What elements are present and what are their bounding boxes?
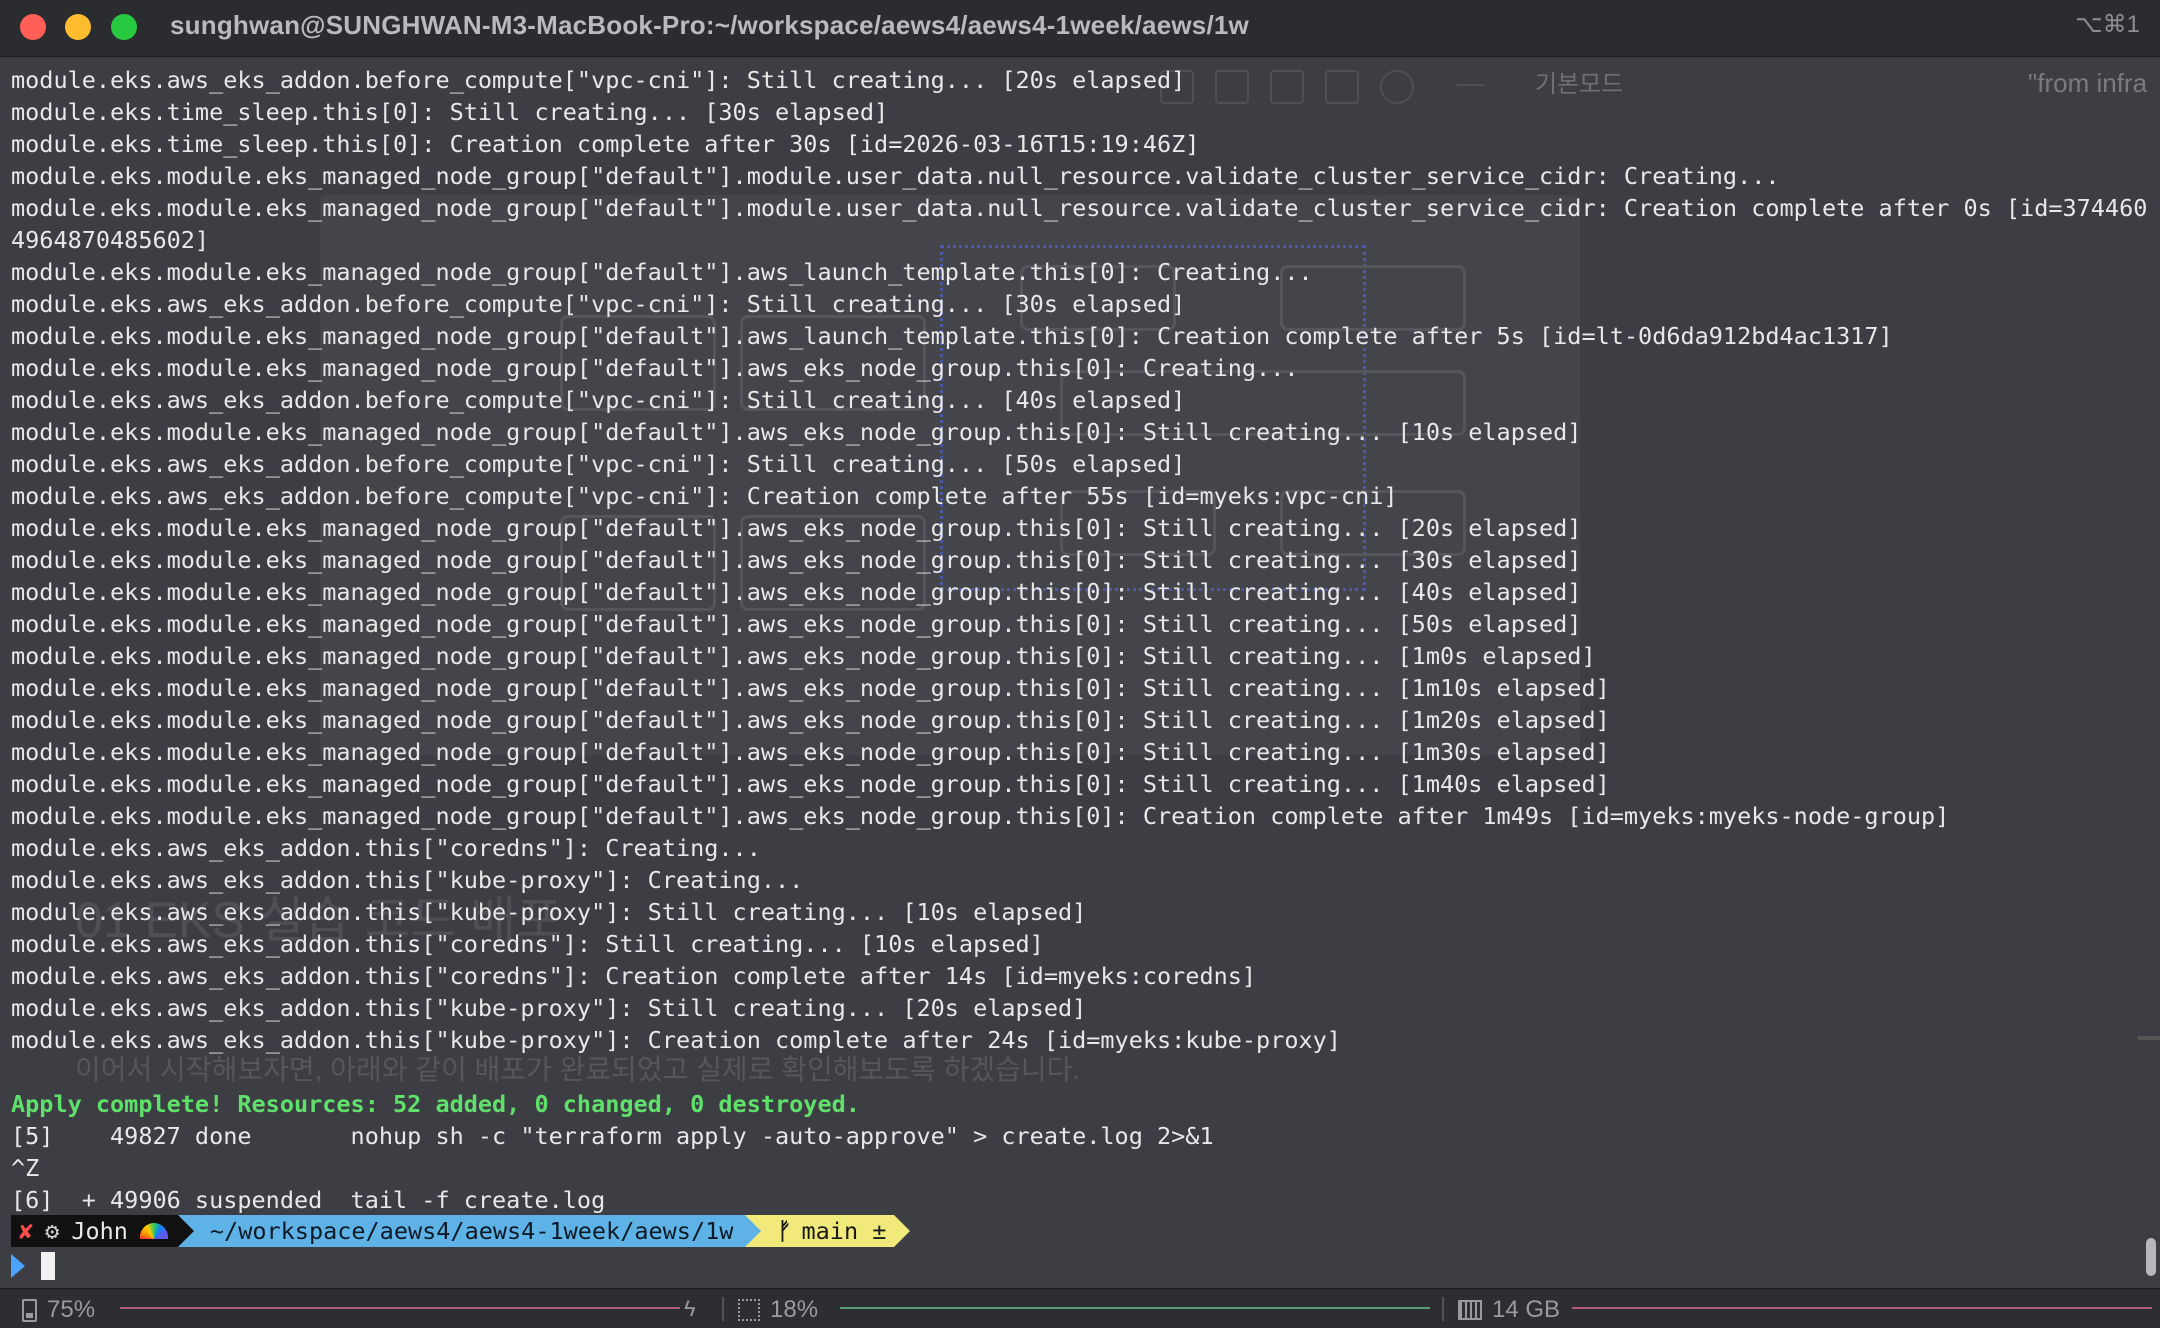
terminal-line: [6] + 49906 suspended tail -f create.log [11,1186,606,1214]
terminal-line: module.eks.module.eks_managed_node_group… [11,258,1313,286]
close-button[interactable] [20,14,46,40]
terminal-line: module.eks.module.eks_managed_node_group… [11,514,1582,542]
terminal-line: module.eks.aws_eks_addon.this["kube-prox… [11,994,1087,1022]
terminal-line: module.eks.aws_eks_addon.before_compute[… [11,482,1398,510]
branch-icon: ᚠ [777,1217,792,1245]
terminal-line: module.eks.aws_eks_addon.before_compute[… [11,450,1186,478]
prompt-git-segment: ᚠ main ± [761,1215,895,1247]
apply-complete-message: Apply complete! Resources: 52 added, 0 c… [11,1090,860,1118]
terminal-line: module.eks.aws_eks_addon.this["kube-prox… [11,1026,1341,1054]
terminal-line: module.eks.aws_eks_addon.this["coredns"]… [11,930,1044,958]
terminal-line: module.eks.module.eks_managed_node_group… [11,610,1582,638]
input-line[interactable] [11,1250,55,1282]
status-bar: 75% ϟ 18% 14 GB [0,1288,2160,1328]
cpu-icon [738,1299,760,1321]
gear-icon: ⚙ [45,1217,60,1245]
status-separator [722,1297,724,1321]
status-separator [1442,1297,1444,1321]
terminal-line: [5] 49827 done nohup sh -c "terraform ap… [11,1122,1214,1150]
cpu-status: 18% [738,1296,818,1324]
terminal-line: module.eks.module.eks_managed_node_group… [11,354,1299,382]
terminal-line: module.eks.aws_eks_addon.this["coredns"]… [11,962,1257,990]
terminal-line: module.eks.module.eks_managed_node_group… [11,578,1582,606]
terminal-output: module.eks.aws_eks_addon.before_compute[… [11,64,2148,1216]
terminal-line: module.eks.module.eks_managed_node_group… [11,642,1596,670]
minimize-button[interactable] [65,14,91,40]
terminal-line: module.eks.module.eks_managed_node_group… [11,162,1780,190]
terminal-line: module.eks.aws_eks_addon.this["kube-prox… [11,898,1087,926]
bolt-icon: ϟ [684,1296,696,1321]
shell-prompt: ✘ ⚙ John ~/workspace/aews4/aews4-1week/a… [11,1215,911,1247]
terminal-line: module.eks.module.eks_managed_node_group… [11,770,1610,798]
segment-separator [894,1215,911,1247]
terminal-line: module.eks.aws_eks_addon.before_compute[… [11,290,1186,318]
cpu-value: 18% [770,1296,819,1323]
terminal-line: module.eks.aws_eks_addon.this["kube-prox… [11,866,804,894]
prompt-path: ~/workspace/aews4/aews4-1week/aews/1w [193,1215,746,1247]
prompt-status-segment: ✘ ⚙ John [11,1215,178,1247]
window-shortcut: ⌥⌘1 [2074,11,2140,38]
memory-status: 14 GB [1458,1296,1560,1324]
terminal-line: module.eks.module.eks_managed_node_group… [11,802,1950,830]
prompt-user: John [71,1217,128,1245]
terminal-line: module.eks.module.eks_managed_node_group… [11,194,2148,222]
terminal-line: module.eks.time_sleep.this[0]: Creation … [11,130,1200,158]
terminal-line: module.eks.aws_eks_addon.this["coredns"]… [11,834,761,862]
battery-graph [120,1307,680,1309]
prompt-branch: main ± [801,1217,887,1245]
terminal-line: ^Z [11,1154,40,1182]
segment-separator [177,1215,194,1247]
error-status-icon: ✘ [19,1217,34,1245]
terminal-line: 4964870485602] [11,226,210,254]
terminal-line: module.eks.time_sleep.this[0]: Still cre… [11,98,889,126]
terminal-line: module.eks.module.eks_managed_node_group… [11,674,1610,702]
text-cursor[interactable] [41,1252,55,1280]
prompt-arrow-icon [11,1254,25,1278]
terminal-line: module.eks.module.eks_managed_node_group… [11,706,1610,734]
title-bar: sunghwan@SUNGHWAN-M3-MacBook-Pro:~/works… [0,0,2160,57]
terminal-line: module.eks.module.eks_managed_node_group… [11,546,1582,574]
terminal-line: module.eks.module.eks_managed_node_group… [11,738,1610,766]
segment-separator [745,1215,762,1247]
rainbow-icon [139,1223,168,1239]
terminal-line: module.eks.module.eks_managed_node_group… [11,418,1582,446]
battery-icon [22,1298,37,1322]
terminal-line: module.eks.module.eks_managed_node_group… [11,322,1893,350]
terminal-window: sunghwan@SUNGHWAN-M3-MacBook-Pro:~/works… [0,0,2160,1328]
cpu-graph [840,1307,1430,1309]
terminal-line: module.eks.aws_eks_addon.before_compute[… [11,66,1186,94]
window-title: sunghwan@SUNGHWAN-M3-MacBook-Pro:~/works… [170,10,1249,40]
terminal-line: module.eks.aws_eks_addon.before_compute[… [11,386,1186,414]
battery-value: 75% [47,1296,96,1323]
memory-graph [1572,1307,2152,1309]
battery-status: 75% [22,1296,95,1324]
memory-icon [1458,1300,1482,1320]
scroll-marker [2138,1036,2160,1040]
memory-value: 14 GB [1492,1296,1561,1323]
maximize-button[interactable] [111,14,137,40]
scrollbar-thumb[interactable] [2146,1238,2156,1276]
